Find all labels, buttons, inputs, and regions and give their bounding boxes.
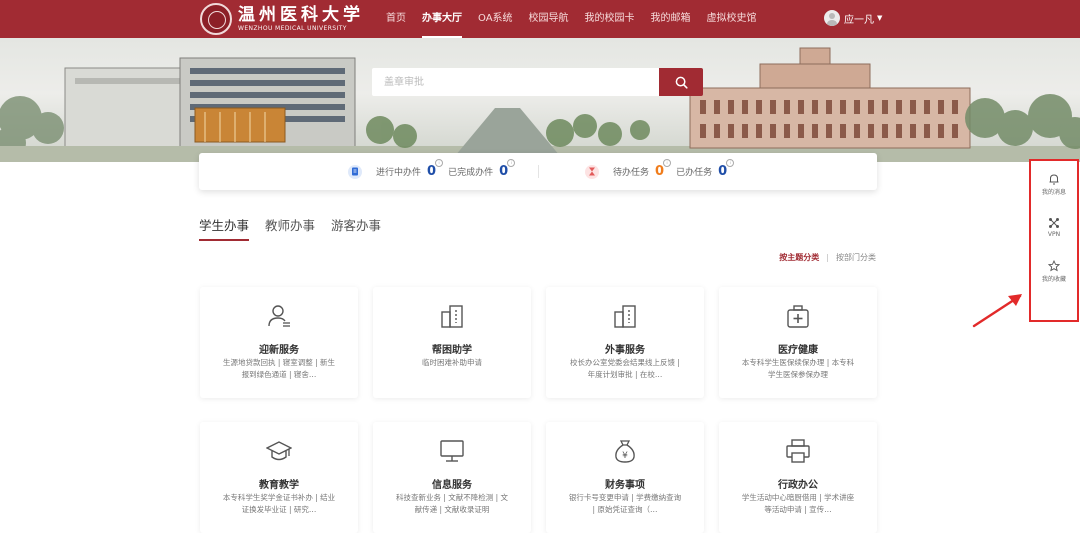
hourglass-icon xyxy=(585,164,599,179)
chevron-down-icon: ▼ xyxy=(877,14,883,22)
card-description: 学生活动中心暗厨借用 | 学术讲座等活动申请 | 宣传… xyxy=(741,493,855,514)
card-title: 财务事项 xyxy=(605,480,645,491)
university-logo[interactable]: 温州医科大学 WENZHOU MEDICAL UNIVERSITY xyxy=(200,3,364,35)
pending-count[interactable]: 0i xyxy=(655,159,672,179)
star-icon xyxy=(1048,260,1060,272)
task-stats-card: 进行中办件 0i 已完成办件 0i 待办任务 0i 已办任务 0i xyxy=(199,153,877,190)
university-seal-icon xyxy=(200,3,232,35)
user-add-icon xyxy=(268,305,290,327)
sort-by-topic[interactable]: 按主题分类 xyxy=(779,252,819,263)
card-description: 本专科学生奖学金证书补办 | 结业证换发毕业证 | 研究… xyxy=(222,493,336,514)
category-sort: 按主题分类 | 按部门分类 xyxy=(779,252,876,263)
card-description: 临时困难补助申请 xyxy=(422,358,482,367)
campus-banner xyxy=(0,38,1080,162)
side-label-favorites: 我的收藏 xyxy=(1041,276,1066,283)
info-icon: i xyxy=(726,159,735,167)
logo-english-name: WENZHOU MEDICAL UNIVERSITY xyxy=(238,24,347,32)
svg-text:¥: ¥ xyxy=(622,451,628,461)
document-icon xyxy=(348,164,362,179)
side-item-vpn[interactable]: VPN xyxy=(1031,217,1077,238)
card-description: 银行卡号变更申请 | 学费缴纳查询 | 原始凭证查询（… xyxy=(568,493,682,514)
stats-divider xyxy=(538,165,539,178)
completed-label: 已完成办件 xyxy=(448,168,494,178)
info-icon: i xyxy=(663,159,672,167)
sort-by-department[interactable]: 按部门分类 xyxy=(836,252,876,263)
card-description: 本专科学生医保续保办理 | 本专科学生医保参保办理 xyxy=(741,358,855,379)
card-title: 信息服务 xyxy=(432,480,472,491)
service-card-enrollment[interactable]: 迎新服务 生源地贷款回执 | 寝室调整 | 新生报到绿色通道 | 寝舍… xyxy=(200,287,358,398)
side-label-vpn: VPN xyxy=(1047,231,1061,238)
search-button[interactable] xyxy=(659,68,703,96)
card-title: 外事服务 xyxy=(605,345,645,356)
in-progress-label: 进行中办件 xyxy=(376,168,422,178)
graduation-cap-icon xyxy=(266,441,292,461)
logo-chinese-name: 温州医科大学 xyxy=(238,4,364,25)
nav-campus-card[interactable]: 我的校园卡 xyxy=(577,0,643,38)
side-quick-panel: 我的消息 VPN 我的收藏 xyxy=(1029,159,1079,322)
medical-kit-icon xyxy=(787,305,809,328)
user-name: 应一凡 xyxy=(844,14,874,26)
service-tabs: 学生办事 教师办事 游客办事 xyxy=(199,215,397,241)
service-card-finance[interactable]: ¥ 财务事项 银行卡号变更申请 | 学费缴纳查询 | 原始凭证查询（… xyxy=(546,422,704,533)
done-count[interactable]: 0i xyxy=(718,159,735,179)
card-title: 行政办公 xyxy=(778,480,818,491)
sort-separator: | xyxy=(826,253,829,262)
info-icon: i xyxy=(435,159,444,167)
side-label-messages: 我的消息 xyxy=(1041,189,1066,196)
nav-service-hall[interactable]: 办事大厅 xyxy=(414,0,470,38)
nav-campus-navigation[interactable]: 校园导航 xyxy=(521,0,577,38)
service-card-information[interactable]: 信息服务 科技查新业务 | 文献不降检测 | 文献传递 | 文献收录证明 xyxy=(373,422,531,533)
building-icon xyxy=(441,305,463,328)
vpn-network-icon xyxy=(1049,218,1059,228)
top-bar: 温州医科大学 WENZHOU MEDICAL UNIVERSITY 首页 办事大… xyxy=(0,0,1080,38)
pending-label: 待办任务 xyxy=(613,168,650,178)
tab-visitor-services[interactable]: 游客办事 xyxy=(331,215,381,240)
side-item-favorites[interactable]: 我的收藏 xyxy=(1031,260,1077,283)
in-progress-count[interactable]: 0i xyxy=(427,159,444,179)
search-icon xyxy=(675,76,688,89)
avatar xyxy=(824,10,840,26)
campus-sketch-illustration xyxy=(0,47,1080,162)
annotation-arrow-icon xyxy=(972,294,1022,328)
nav-home[interactable]: 首页 xyxy=(378,0,414,38)
side-item-messages[interactable]: 我的消息 xyxy=(1031,173,1077,196)
nav-virtual-museum[interactable]: 虚拟校史馆 xyxy=(699,0,765,38)
tab-teacher-services[interactable]: 教师办事 xyxy=(265,215,315,240)
printer-icon xyxy=(786,439,810,463)
done-label: 已办任务 xyxy=(676,168,713,178)
office-stats: 进行中办件 0i 已完成办件 0i xyxy=(348,153,520,190)
service-card-administration[interactable]: 行政办公 学生活动中心暗厨借用 | 学术讲座等活动申请 | 宣传… xyxy=(719,422,877,533)
completed-count[interactable]: 0i xyxy=(499,159,516,179)
building-icon xyxy=(614,305,636,328)
service-card-foreign-affairs[interactable]: 外事服务 校长办公室党委会结果线上反馈 | 年度计划审批 | 在校… xyxy=(546,287,704,398)
nav-mailbox[interactable]: 我的邮箱 xyxy=(643,0,699,38)
card-title: 帮困助学 xyxy=(432,345,472,356)
monitor-icon xyxy=(440,440,464,462)
service-card-education[interactable]: 教育教学 本专科学生奖学金证书补办 | 结业证换发毕业证 | 研究… xyxy=(200,422,358,533)
service-card-financial-aid[interactable]: 帮困助学 临时困难补助申请 xyxy=(373,287,531,398)
user-menu[interactable]: 应一凡 ▼ xyxy=(824,10,882,26)
card-description: 生源地贷款回执 | 寝室调整 | 新生报到绿色通道 | 寝舍… xyxy=(222,358,336,379)
card-description: 校长办公室党委会结果线上反馈 | 年度计划审批 | 在校… xyxy=(570,358,680,379)
search-bar xyxy=(372,68,703,96)
money-bag-icon: ¥ xyxy=(615,440,635,463)
search-input[interactable] xyxy=(372,68,659,96)
card-title: 教育教学 xyxy=(259,480,299,491)
task-stats: 待办任务 0i 已办任务 0i xyxy=(585,153,739,190)
card-title: 医疗健康 xyxy=(778,345,818,356)
tab-student-services[interactable]: 学生办事 xyxy=(199,215,250,241)
card-description: 科技查新业务 | 文献不降检测 | 文献传递 | 文献收录证明 xyxy=(395,493,509,514)
service-card-medical[interactable]: 医疗健康 本专科学生医保续保办理 | 本专科学生医保参保办理 xyxy=(719,287,877,398)
info-icon: i xyxy=(507,159,516,167)
main-nav: 首页 办事大厅 OA系统 校园导航 我的校园卡 我的邮箱 虚拟校史馆 xyxy=(378,0,765,38)
bell-icon xyxy=(1049,174,1059,185)
card-title: 迎新服务 xyxy=(259,345,299,356)
nav-oa-system[interactable]: OA系统 xyxy=(470,0,521,38)
